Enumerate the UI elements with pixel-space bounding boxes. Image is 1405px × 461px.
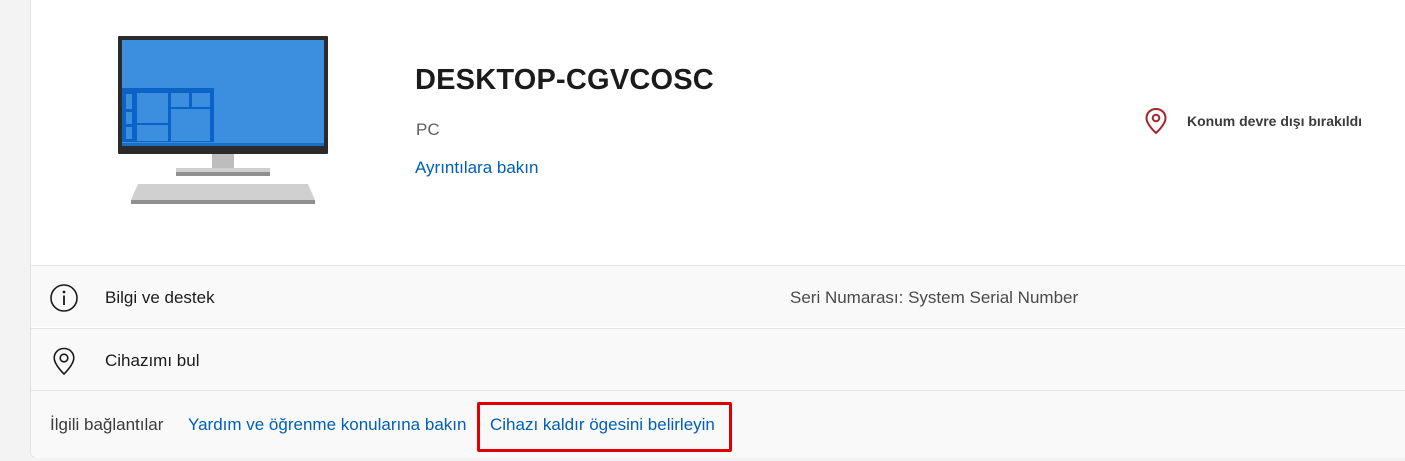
location-pin-icon <box>53 347 75 376</box>
info-icon <box>50 284 78 312</box>
location-status-label: Konum devre dışı bırakıldı <box>1187 113 1363 129</box>
related-links-row: İlgili bağlantılar Yardım ve öğrenme kon… <box>31 390 1405 458</box>
location-status: Konum devre dışı bırakıldı <box>1143 107 1362 135</box>
device-card: DESKTOP-CGVCOSC PC Ayrıntılara bakın Kon… <box>30 0 1405 458</box>
see-details-link[interactable]: Ayrıntılara bakın <box>415 158 538 178</box>
help-topics-link[interactable]: Yardım ve öğrenme konularına bakın <box>188 415 466 435</box>
location-pin-icon <box>1145 107 1167 135</box>
serial-number: Seri Numarası: System Serial Number <box>790 288 1079 307</box>
find-my-device-label: Cihazımı bul <box>105 351 200 370</box>
info-support-row[interactable]: Bilgi ve destek Seri Numarası: System Se… <box>31 265 1405 327</box>
find-my-device-row[interactable]: Cihazımı bul <box>31 328 1405 390</box>
device-name: DESKTOP-CGVCOSC <box>415 64 714 96</box>
info-support-label: Bilgi ve destek <box>105 288 215 307</box>
related-links-label: İlgili bağlantılar <box>50 415 164 434</box>
desktop-monitor-image <box>118 36 328 204</box>
device-type: PC <box>416 120 440 139</box>
remove-device-link[interactable]: Cihazı kaldır ögesini belirleyin <box>490 415 715 435</box>
